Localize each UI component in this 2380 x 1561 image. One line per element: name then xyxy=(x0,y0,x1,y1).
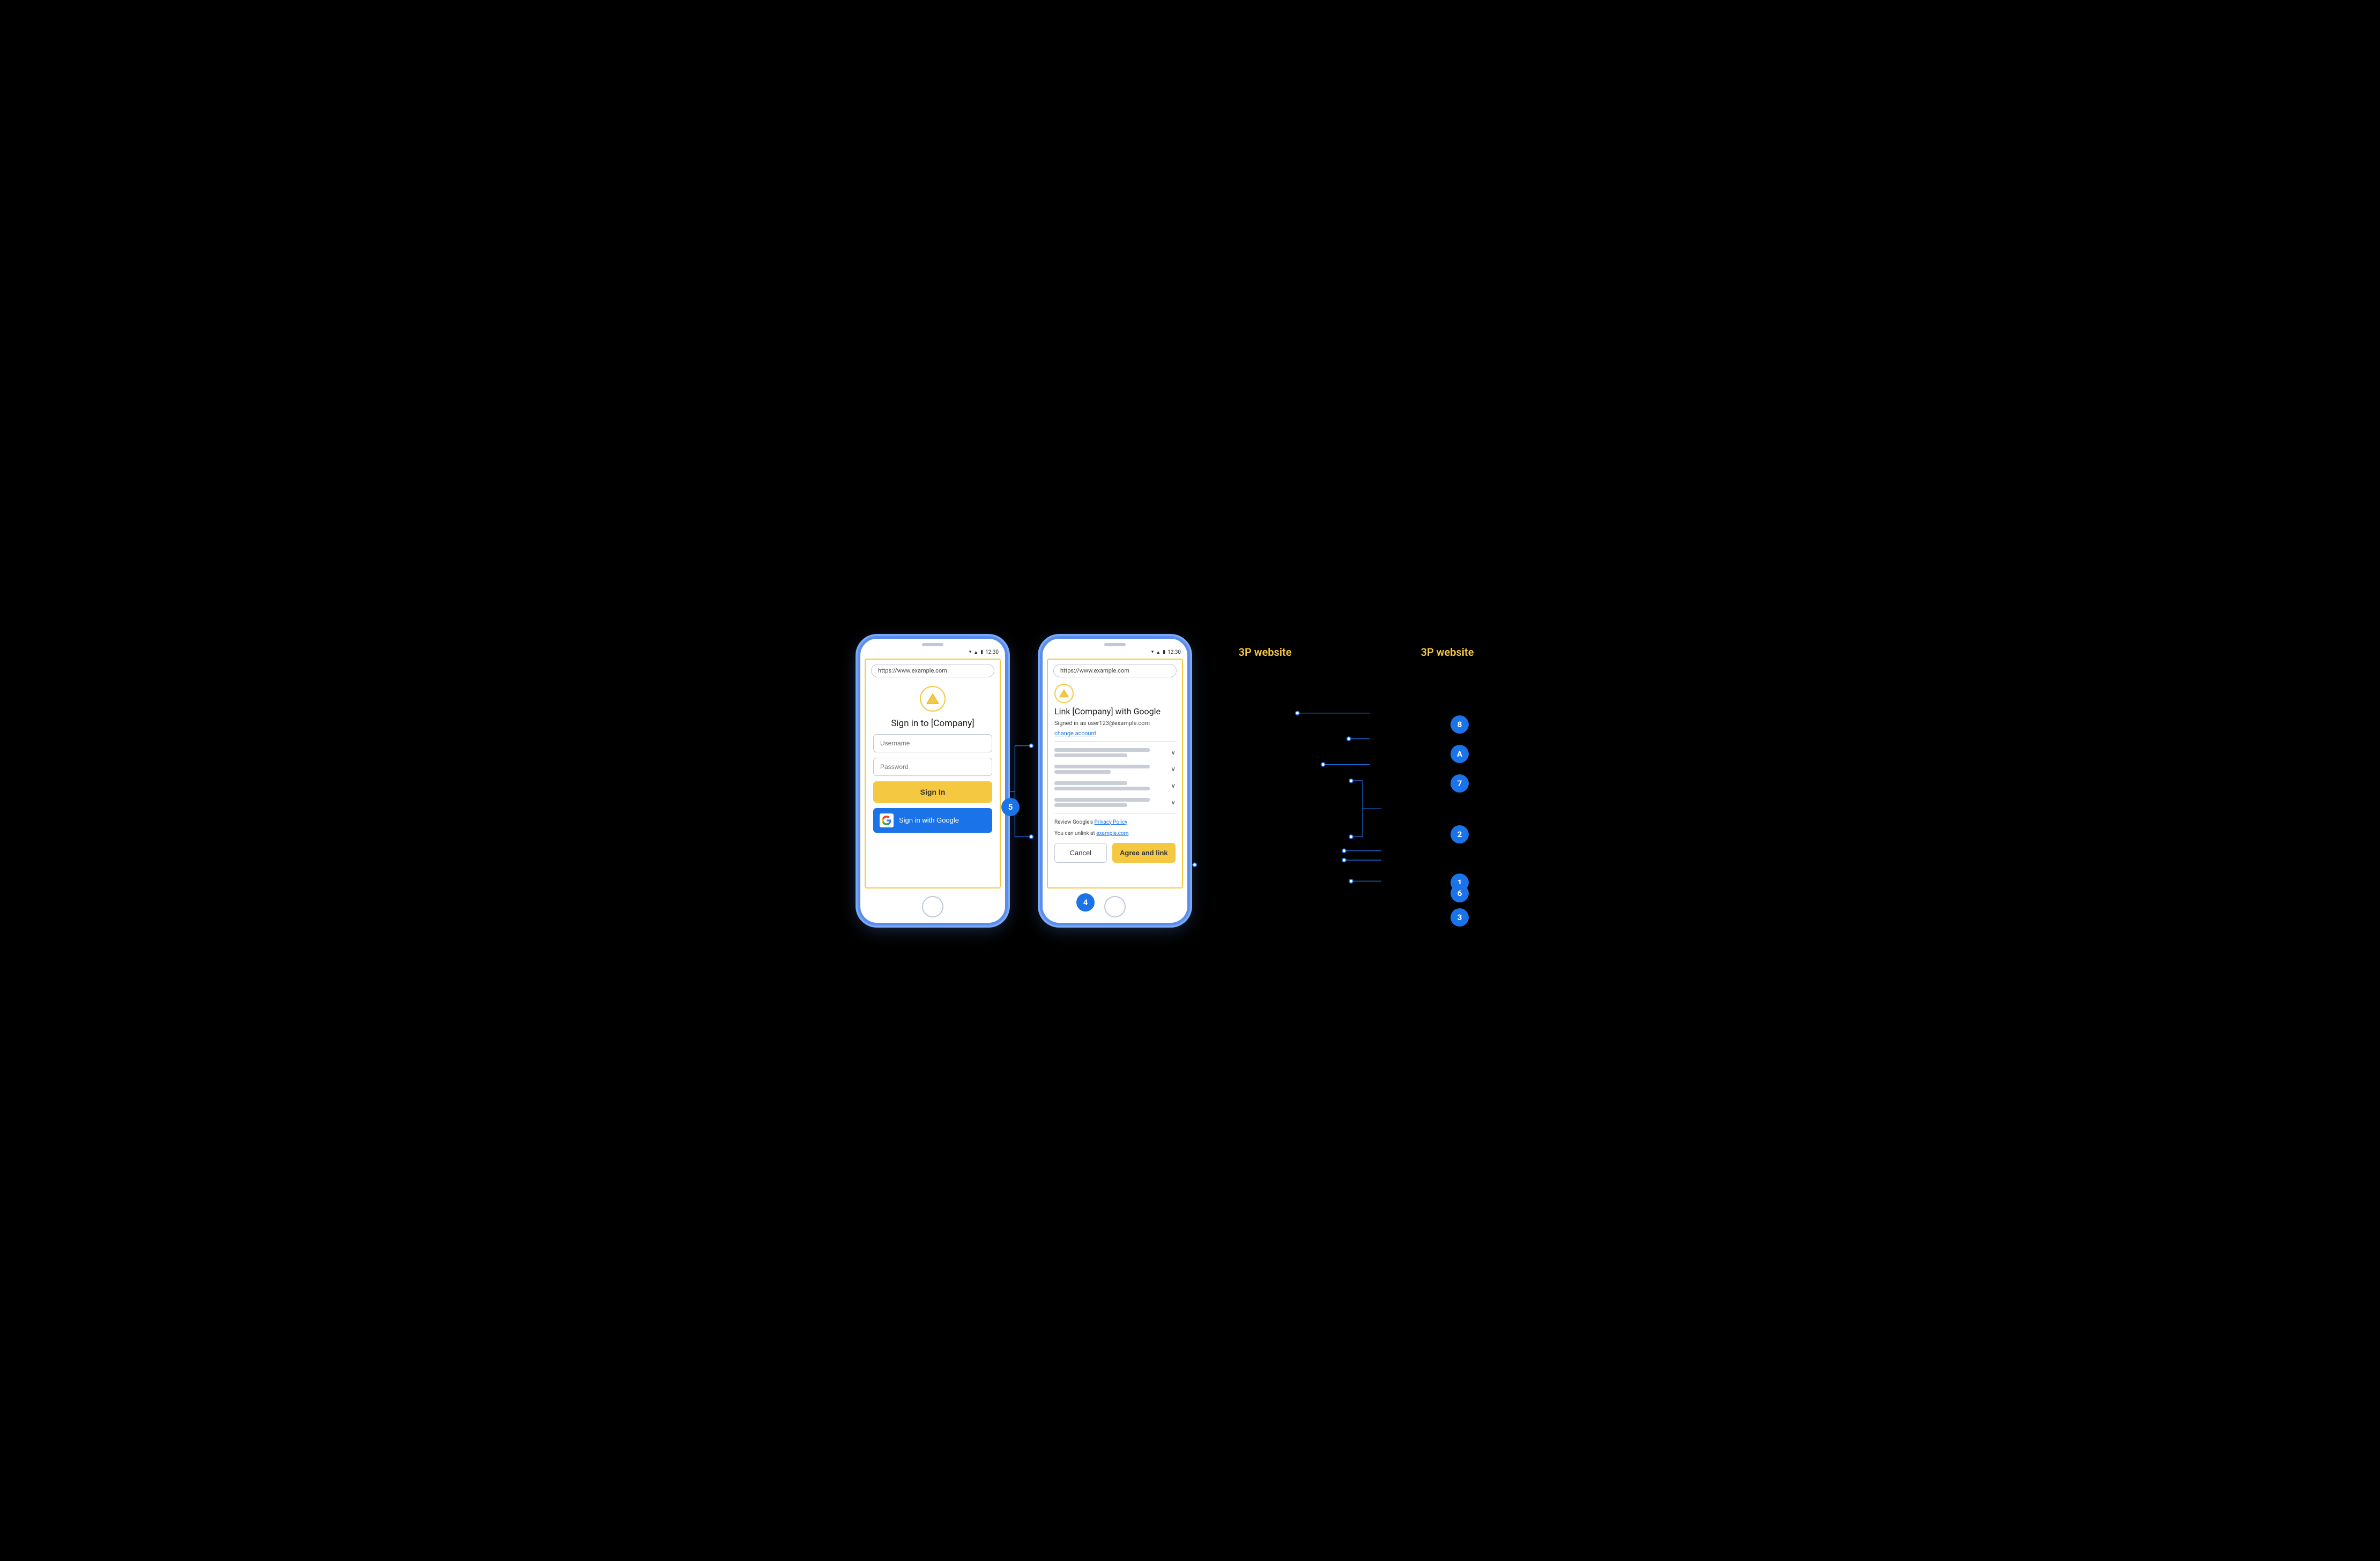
unlink-text: You can unlink at example.com xyxy=(1054,830,1176,838)
phone1-body: Sign in to [Company] Sign In xyxy=(866,681,1000,838)
perm-line-3b xyxy=(1054,787,1150,790)
sign-in-button[interactable]: Sign In xyxy=(873,781,992,803)
chevron-4: ∨ xyxy=(1171,798,1176,806)
google-logo-svg xyxy=(882,816,891,825)
google-sign-in-label: Sign in with Google xyxy=(899,816,959,824)
phone1-title: Sign in to [Company] xyxy=(891,718,974,729)
perm-lines-2 xyxy=(1054,765,1166,774)
annotation-7: 7 xyxy=(1451,774,1469,793)
cancel-button[interactable]: Cancel xyxy=(1054,843,1107,863)
agree-link-button[interactable]: Agree and link xyxy=(1112,843,1176,863)
diagram-main: 5 4 8 A 7 2 1 6 3 xyxy=(895,636,1485,925)
phone1-status-bar: ▾ ▲ ▮ 12:30 xyxy=(860,648,1005,656)
phone2-signal-icon: ▲ xyxy=(1156,649,1161,655)
unlink-prefix: You can unlink at xyxy=(1054,831,1096,836)
phone2-url-bar: https://www.example.com xyxy=(1053,664,1177,677)
signed-in-as: Signed in as user123@example.com xyxy=(1054,720,1176,727)
button-row: Cancel Agree and link xyxy=(1054,843,1176,863)
permission-row-2[interactable]: ∨ xyxy=(1054,763,1176,776)
phone1: ▾ ▲ ▮ 12:30 https://www.example.com xyxy=(858,636,1008,925)
phone1-signal-icon: ▲ xyxy=(973,649,978,655)
phone2-time: 12:30 xyxy=(1167,649,1181,655)
phone2-battery-icon: ▮ xyxy=(1163,649,1165,655)
chevron-3: ∨ xyxy=(1171,782,1176,789)
annotation-A: A xyxy=(1451,745,1469,763)
phone2-home-button xyxy=(1104,896,1126,917)
privacy-policy-link[interactable]: Privacy Policy xyxy=(1094,819,1127,825)
chevron-1: ∨ xyxy=(1171,749,1176,756)
phone2-content: https://www.example.com Link [Company] w… xyxy=(1047,659,1183,888)
phone1-battery-icon: ▮ xyxy=(980,649,983,655)
perm-lines-3 xyxy=(1054,781,1166,790)
phone1-label: 3P website xyxy=(1190,646,1340,659)
unlink-link[interactable]: example.com xyxy=(1096,831,1128,836)
perm-line-4b xyxy=(1054,803,1127,807)
annotation-8: 8 xyxy=(1451,715,1469,734)
phone2-body: Link [Company] with Google Signed in as … xyxy=(1048,681,1182,887)
change-account-link[interactable]: change account xyxy=(1054,730,1176,737)
annotation-6: 6 xyxy=(1451,884,1469,902)
perm-line-1a xyxy=(1054,748,1150,752)
chevron-2: ∨ xyxy=(1171,765,1176,773)
phones-row: ▾ ▲ ▮ 12:30 https://www.example.com xyxy=(858,636,1190,925)
perm-line-1b xyxy=(1054,753,1127,757)
annotation-3: 3 xyxy=(1451,908,1469,927)
perm-line-2b xyxy=(1054,770,1111,774)
password-input[interactable] xyxy=(873,758,992,776)
phone1-home-button xyxy=(922,896,943,917)
separator-1 xyxy=(1054,741,1176,742)
permission-row-3[interactable]: ∨ xyxy=(1054,779,1176,793)
separator-2 xyxy=(1054,813,1176,814)
phone1-top-bar xyxy=(860,639,1005,648)
phone2-company-logo xyxy=(1054,684,1074,703)
phone2-label: 3P website xyxy=(1372,646,1522,659)
perm-line-4a xyxy=(1054,798,1150,802)
phone1-company-logo xyxy=(920,686,946,712)
perm-line-2a xyxy=(1054,765,1150,768)
phone2-status-bar: ▾ ▲ ▮ 12:30 xyxy=(1043,648,1187,656)
phone2: ▾ ▲ ▮ 12:30 https://www.example.com xyxy=(1040,636,1190,925)
perm-line-3a xyxy=(1054,781,1127,785)
labels-row: 3P website 3P website xyxy=(1190,646,1522,659)
privacy-policy-prefix: Review Google's xyxy=(1054,819,1094,825)
phone1-time: 12:30 xyxy=(985,649,999,655)
google-sign-in-button[interactable]: Sign in with Google xyxy=(873,808,992,833)
phone2-title: Link [Company] with Google xyxy=(1054,706,1176,716)
perm-lines-4 xyxy=(1054,798,1166,807)
annotation-4: 4 xyxy=(1076,893,1095,912)
policy-text: Review Google's Privacy Policy xyxy=(1054,818,1176,826)
company-triangle-icon xyxy=(926,692,940,706)
phone1-section: ▾ ▲ ▮ 12:30 https://www.example.com xyxy=(858,636,1008,925)
username-input[interactable] xyxy=(873,734,992,752)
permission-row-1[interactable]: ∨ xyxy=(1054,746,1176,759)
phone1-content: https://www.example.com Sign in to [Comp… xyxy=(865,659,1001,888)
phone2-section: ▾ ▲ ▮ 12:30 https://www.example.com xyxy=(1040,636,1190,925)
google-g-icon xyxy=(880,813,894,827)
permission-row-4[interactable]: ∨ xyxy=(1054,796,1176,809)
phone2-speaker xyxy=(1104,643,1126,646)
annotation-2: 2 xyxy=(1451,825,1469,843)
phone1-url-bar: https://www.example.com xyxy=(871,664,994,677)
annotation-5: 5 xyxy=(1001,798,1020,816)
phone2-triangle-icon xyxy=(1059,688,1069,699)
phone1-wifi-icon: ▾ xyxy=(969,649,972,655)
perm-lines-1 xyxy=(1054,748,1166,757)
diagram-container: 5 4 8 A 7 2 1 6 3 xyxy=(895,636,1485,925)
phone2-wifi-icon: ▾ xyxy=(1151,649,1154,655)
phone2-top-bar xyxy=(1043,639,1187,648)
phone1-speaker xyxy=(922,643,943,646)
